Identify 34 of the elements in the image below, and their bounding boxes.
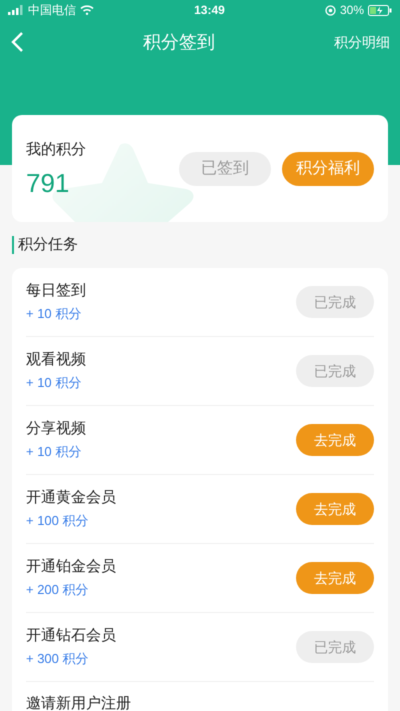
- completed-button[interactable]: 已完成: [296, 355, 374, 387]
- task-points: + 10 积分: [26, 374, 82, 392]
- carrier-name: 中国电信: [28, 2, 76, 19]
- task-points: + 10 积分: [26, 305, 82, 323]
- task-points: + 10 积分: [26, 443, 82, 461]
- points-benefits-button[interactable]: 积分福利: [282, 152, 374, 186]
- rotation-lock-icon: [324, 4, 336, 16]
- task-title: 开通黄金会员: [26, 488, 116, 508]
- page-title: 积分签到: [143, 30, 215, 54]
- completed-button[interactable]: 已完成: [296, 286, 374, 318]
- back-button[interactable]: [10, 31, 24, 53]
- task-title: 观看视频: [26, 350, 86, 370]
- task-title: 邀请新用户注册: [26, 694, 131, 711]
- points-detail-link[interactable]: 积分明细: [334, 32, 390, 52]
- points-label: 我的积分: [26, 140, 86, 160]
- battery-percent: 30%: [340, 2, 364, 19]
- task-points: + 200 积分: [26, 581, 90, 599]
- task-title: 每日签到: [26, 281, 86, 301]
- completed-button[interactable]: 已完成: [296, 631, 374, 663]
- task-points: + 300 积分: [26, 650, 90, 668]
- back-icon: [10, 31, 24, 53]
- clock-time: 13:49: [193, 2, 226, 19]
- task-title: 分享视频: [26, 419, 86, 439]
- points-value: 791: [26, 169, 70, 198]
- section-title: 积分任务: [12, 236, 388, 254]
- complete-task-button[interactable]: 去完成: [296, 562, 374, 594]
- task-title: 开通铂金会员: [26, 557, 116, 577]
- task-title: 开通钻石会员: [26, 626, 116, 646]
- complete-task-button[interactable]: 去完成: [296, 424, 374, 456]
- wifi-icon: [80, 5, 94, 15]
- task-points: + 100 积分: [26, 512, 90, 530]
- complete-task-button[interactable]: 去完成: [296, 493, 374, 525]
- battery-icon: [368, 4, 392, 16]
- signal-icon: [8, 5, 24, 15]
